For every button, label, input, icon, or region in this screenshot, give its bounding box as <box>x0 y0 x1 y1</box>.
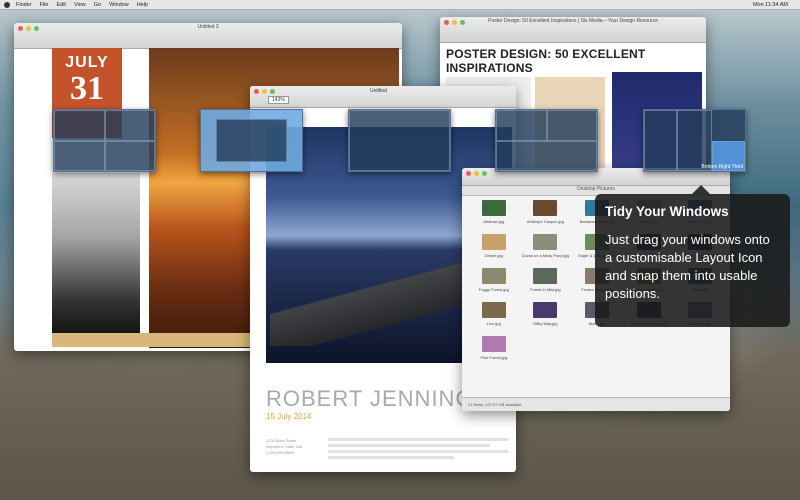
layout-icon-full[interactable] <box>348 109 451 172</box>
image-thumbnail-icon <box>533 200 558 216</box>
layout-cell <box>644 110 678 171</box>
menu-go[interactable]: Go <box>94 2 101 8</box>
finder-file-label: Lion.jpg <box>486 321 501 326</box>
window-controls <box>444 20 465 25</box>
layout-icon-halves[interactable] <box>495 109 598 172</box>
finder-file-label: Foggy Forest.jpg <box>478 287 509 292</box>
layout-cell <box>349 110 450 171</box>
menubar-clock[interactable]: Mon 11:34 AM <box>753 2 788 8</box>
finder-file-label: Abstract.jpg <box>483 219 505 224</box>
zoom-select[interactable]: 143% <box>268 96 289 104</box>
window-title: Poster Design: 50 Excellent Inspirations… <box>488 18 658 24</box>
menu-edit[interactable]: Edit <box>56 2 65 8</box>
close-button[interactable] <box>254 89 259 94</box>
zoom-button[interactable] <box>270 89 275 94</box>
zoom-button[interactable] <box>460 20 465 25</box>
day-label: 31 <box>70 70 104 107</box>
window-titlebar[interactable]: Untitled 3 <box>14 23 402 49</box>
tooltip-title: Tidy Your Windows <box>605 204 729 219</box>
layout-icon-label: Bottom Right Third <box>701 164 743 170</box>
layout-icon-thirds[interactable]: Bottom Right Third <box>643 109 746 172</box>
finder-file-item[interactable]: Ducks on a Misty Pond.jpg <box>520 234 572 258</box>
finder-file-item[interactable]: Lion.jpg <box>468 302 520 326</box>
image-thumbnail-icon <box>481 268 506 284</box>
finder-file-item[interactable]: Desert.jpg <box>468 234 520 258</box>
tidy-windows-tooltip: Tidy Your Windows Just drag your windows… <box>595 185 790 327</box>
window-titlebar[interactable]: Poster Design: 50 Excellent Inspirations… <box>440 17 706 43</box>
wood-strip <box>52 333 252 347</box>
menu-help[interactable]: Help <box>137 2 148 8</box>
minimize-button[interactable] <box>26 26 31 31</box>
image-thumbnail-icon <box>481 336 506 352</box>
window-controls <box>254 89 275 94</box>
address-line: 1 555 555 5555 <box>266 450 294 455</box>
menu-window[interactable]: Window <box>109 2 129 8</box>
finder-file-item[interactable]: Pink Forest.jpg <box>468 336 520 360</box>
zoom-button[interactable] <box>34 26 39 31</box>
finder-file-item[interactable]: Milky Way.jpg <box>520 302 572 326</box>
layout-cell <box>546 110 597 141</box>
image-thumbnail-icon <box>533 302 558 318</box>
window-title: Untitled 3 <box>197 24 219 30</box>
image-thumbnail-icon <box>481 200 506 216</box>
finder-file-label: Antelope Canyon.jpg <box>526 219 564 224</box>
window-controls <box>466 171 487 176</box>
pages-toolbar: Untitled 143% <box>250 86 516 108</box>
body-text-placeholder <box>328 438 508 459</box>
zoom-button[interactable] <box>482 171 487 176</box>
menu-finder[interactable]: Finder <box>16 2 32 8</box>
menu-file[interactable]: File <box>40 2 49 8</box>
finder-file-item[interactable]: Forest in Mist.jpg <box>520 268 572 292</box>
finder-file-item[interactable]: Antelope Canyon.jpg <box>520 200 572 224</box>
image-thumbnail-icon <box>481 302 506 318</box>
window-title: Untitled <box>370 88 387 94</box>
tooltip-body: Just drag your windows onto a customisab… <box>605 232 770 301</box>
finder-file-label: Milky Way.jpg <box>533 321 558 326</box>
finder-file-label: Pink Forest.jpg <box>480 355 508 360</box>
resume-address: 1234 Main Street Anywhere State 456 1 55… <box>266 438 302 456</box>
resume-name: ROBERT JENNINGS <box>266 386 490 411</box>
surfer-photo <box>52 173 140 333</box>
image-thumbnail-icon <box>533 268 558 284</box>
menu-view[interactable]: View <box>74 2 86 8</box>
layout-cell <box>216 119 287 162</box>
finder-file-item[interactable]: Abstract.jpg <box>468 200 520 224</box>
layout-cell <box>104 110 155 141</box>
close-button[interactable] <box>466 171 471 176</box>
finder-file-label: Forest in Mist.jpg <box>530 287 561 292</box>
minimize-button[interactable] <box>474 171 479 176</box>
layout-cell <box>54 140 105 171</box>
finder-status-bar: 21 items, 107.67 GB available <box>462 397 730 411</box>
layout-cell <box>677 110 712 171</box>
image-thumbnail-icon <box>481 234 506 250</box>
window-controls <box>18 26 39 31</box>
minimize-button[interactable] <box>452 20 457 25</box>
layout-icon-center[interactable] <box>200 109 303 172</box>
finder-file-label: Ducks on a Misty Pond.jpg <box>521 253 570 258</box>
close-button[interactable] <box>444 20 449 25</box>
layout-cell <box>104 140 155 171</box>
layout-cell <box>496 140 597 171</box>
layout-cell <box>54 110 105 141</box>
menu-bar: Finder File Edit View Go Window Help Mon… <box>0 0 800 10</box>
finder-file-label: Desert.jpg <box>484 253 503 258</box>
apple-menu-icon[interactable] <box>4 1 10 8</box>
layout-cell <box>496 110 547 141</box>
layout-icon-quarters[interactable] <box>53 109 156 172</box>
minimize-button[interactable] <box>262 89 267 94</box>
pier-shape <box>270 256 470 346</box>
finder-file-item[interactable]: Foggy Forest.jpg <box>468 268 520 292</box>
article-headline: POSTER DESIGN: 50 EXCELLENT INSPIRATIONS <box>446 47 646 75</box>
close-button[interactable] <box>18 26 23 31</box>
image-thumbnail-icon <box>533 234 558 250</box>
resume-date: 15 July 2014 <box>266 412 312 421</box>
